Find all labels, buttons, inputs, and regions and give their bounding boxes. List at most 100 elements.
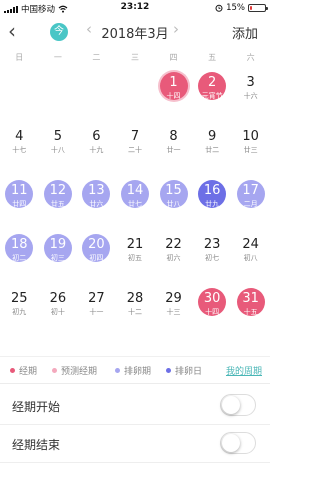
lunar-date: 二十 xyxy=(127,146,142,154)
legend-predicted-period: 预测经期 xyxy=(52,364,97,377)
lunar-date: 廿五 xyxy=(50,200,65,208)
day-number: 13 xyxy=(88,183,105,198)
lunar-date: 十四 xyxy=(166,92,181,100)
prev-month-icon[interactable]: ‹ xyxy=(86,20,92,38)
lunar-date: 初二 xyxy=(12,254,27,262)
weekday-label: 五 xyxy=(208,53,217,62)
lunar-date: 十四 xyxy=(205,308,220,316)
weekday-label: 二 xyxy=(92,53,101,62)
day-cell[interactable]: 17 二月 xyxy=(231,178,270,232)
day-number: 1 xyxy=(169,75,178,90)
calendar-header: ‹ 今 ‹ 2018年3月 › 添加 xyxy=(0,18,270,46)
day-cell[interactable]: 20 初四 xyxy=(77,232,116,286)
day-cell[interactable]: 10 廿三 xyxy=(231,124,270,178)
day-number: 14 xyxy=(126,183,144,198)
lunar-date: 廿一 xyxy=(166,146,181,154)
lunar-date: 十九 xyxy=(89,146,104,154)
battery-icon xyxy=(248,4,268,12)
day-cell[interactable]: 24 初八 xyxy=(231,232,270,286)
day-number: 11 xyxy=(11,183,28,198)
day-number: 22 xyxy=(165,237,182,252)
lunar-date: 十三 xyxy=(166,308,181,316)
day-number: 20 xyxy=(88,237,105,252)
lunar-date: 廿四 xyxy=(12,200,27,208)
period-start-toggle[interactable] xyxy=(220,394,256,416)
day-cell[interactable]: 5 十八 xyxy=(39,124,78,178)
day-cell[interactable]: 8 廿一 xyxy=(154,124,193,178)
lunar-date: 廿七 xyxy=(127,200,142,208)
lunar-date: 十二 xyxy=(127,308,142,316)
day-cell[interactable]: 3 十六 xyxy=(231,70,270,124)
day-cell[interactable]: 9 廿二 xyxy=(193,124,232,178)
day-cell[interactable]: 21 初五 xyxy=(116,232,155,286)
day-number: 4 xyxy=(15,129,24,144)
day-cell[interactable]: 18 初二 xyxy=(0,232,39,286)
day-cell[interactable]: 13 廿六 xyxy=(77,178,116,232)
lunar-date: 廿八 xyxy=(166,200,181,208)
day-number: 9 xyxy=(207,129,217,144)
today-button[interactable]: 今 xyxy=(50,23,68,41)
lunar-date: 廿六 xyxy=(89,200,104,208)
day-cell[interactable]: 15 廿八 xyxy=(154,178,193,232)
weekday-header: 日一二三四五六 xyxy=(0,52,270,63)
day-cell[interactable]: 12 廿五 xyxy=(39,178,78,232)
chevron-left-icon[interactable]: ‹ xyxy=(8,20,16,42)
day-number: 27 xyxy=(88,291,105,306)
lunar-date: 廿九 xyxy=(205,200,220,208)
period-end-toggle[interactable] xyxy=(220,432,256,454)
day-number: 26 xyxy=(49,291,67,306)
day-cell[interactable]: 29 十三 xyxy=(154,286,193,340)
day-cell[interactable]: 26 初十 xyxy=(39,286,78,340)
day-cell[interactable]: 7 二十 xyxy=(116,124,155,178)
next-month-icon[interactable]: › xyxy=(173,20,179,38)
day-cell[interactable]: 4 十七 xyxy=(0,124,39,178)
add-button[interactable]: 添加 xyxy=(232,23,258,42)
day-number: 31 xyxy=(242,291,259,306)
day-number: 12 xyxy=(49,183,67,198)
lunar-date: 廿三 xyxy=(243,146,258,154)
battery-fill xyxy=(250,6,253,10)
weekday-label: 日 xyxy=(15,53,24,62)
my-cycle-link[interactable]: 我的周期 xyxy=(226,364,262,377)
day-number: 25 xyxy=(11,291,28,306)
day-cell[interactable]: 31 十五 xyxy=(231,286,270,340)
day-number: 19 xyxy=(49,237,67,252)
day-cell[interactable]: 2 元宵节 xyxy=(193,70,232,124)
day-cell[interactable]: 30 十四 xyxy=(193,286,232,340)
day-cell[interactable]: 14 廿七 xyxy=(116,178,155,232)
legend-fertile-dot xyxy=(115,368,120,373)
day-cell[interactable]: 28 十二 xyxy=(116,286,155,340)
day-number: 24 xyxy=(242,237,259,252)
period-end-row: 经期结束 xyxy=(0,424,270,463)
day-cell[interactable]: 16 廿九 xyxy=(193,178,232,232)
day-number: 3 xyxy=(246,75,255,90)
day-number: 7 xyxy=(130,129,140,144)
lunar-date: 初五 xyxy=(127,254,142,262)
day-number: 15 xyxy=(165,183,182,198)
day-number: 6 xyxy=(92,129,101,144)
period-end-label: 经期结束 xyxy=(12,438,61,452)
status-right: 15% xyxy=(215,3,268,13)
empty-cell xyxy=(116,70,155,124)
day-cell[interactable]: 22 初六 xyxy=(154,232,193,286)
battery-percent: 15% xyxy=(226,3,245,13)
legend-period-dot xyxy=(10,368,15,373)
day-number: 10 xyxy=(242,129,259,144)
day-cell[interactable]: 1 十四 xyxy=(154,70,193,124)
day-cell[interactable]: 6 十九 xyxy=(77,124,116,178)
lunar-date: 十五 xyxy=(243,308,258,316)
day-number: 18 xyxy=(11,237,28,252)
day-cell[interactable]: 19 初三 xyxy=(39,232,78,286)
day-cell[interactable]: 11 廿四 xyxy=(0,178,39,232)
legend-ovulation: 排卵日 xyxy=(166,364,202,377)
day-cell[interactable]: 23 初七 xyxy=(193,232,232,286)
lunar-date: 十六 xyxy=(243,92,258,100)
day-cell[interactable]: 27 十一 xyxy=(77,286,116,340)
legend-fertile-label: 排卵期 xyxy=(124,367,152,377)
day-cell[interactable]: 25 初九 xyxy=(0,286,39,340)
toggle-knob xyxy=(222,434,240,452)
lunar-date: 初八 xyxy=(243,254,258,262)
day-number: 29 xyxy=(165,291,182,306)
status-bar: 中国移动 23:12 15% xyxy=(0,0,270,16)
legend-bar: 经期 预测经期 排卵期 排卵日 我的周期 xyxy=(0,356,270,384)
